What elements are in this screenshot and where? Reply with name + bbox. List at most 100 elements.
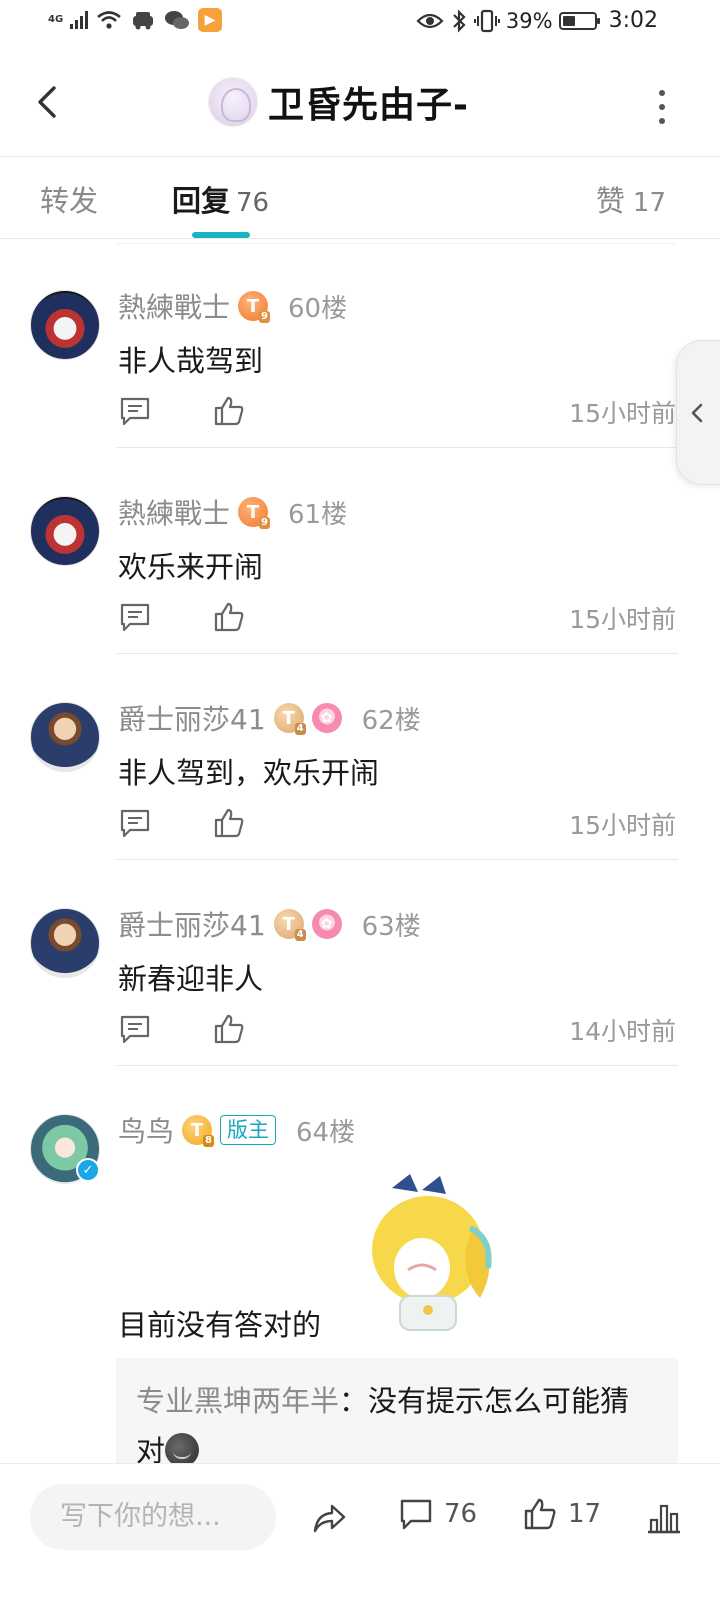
battery-fill xyxy=(562,15,575,26)
divider xyxy=(116,243,676,244)
comment-text: 目前没有答对的 xyxy=(118,1308,322,1342)
like-icon[interactable] xyxy=(212,600,246,634)
sticker-image[interactable] xyxy=(362,1168,502,1338)
network-type: 4G xyxy=(48,14,64,25)
quoted-username[interactable]: 专业黑坤两年半 xyxy=(136,1384,339,1418)
username[interactable]: 爵士丽莎41 xyxy=(118,904,266,944)
floor-number: 61楼 xyxy=(288,499,348,530)
moderator-badge: 版主 xyxy=(220,1115,277,1145)
username[interactable]: 熱練戰士 xyxy=(118,492,230,532)
status-left: 4G ▶ xyxy=(48,8,222,32)
comment-text: 非人驾到，欢乐开闹 xyxy=(118,756,380,790)
comment-icon[interactable] xyxy=(118,394,152,428)
level-letter: T xyxy=(190,1119,204,1141)
like-icon[interactable] xyxy=(212,1012,246,1046)
bottom-like-count: 17 xyxy=(568,1499,602,1529)
level-badge: T4 xyxy=(273,703,306,735)
eye-icon xyxy=(416,13,444,28)
bottom-like-button[interactable]: 17 xyxy=(522,1496,601,1532)
level-badge: T8 xyxy=(182,1115,215,1147)
avatar[interactable] xyxy=(30,908,100,978)
level-letter: T xyxy=(282,913,295,935)
wechat-icon xyxy=(165,11,189,29)
divider xyxy=(116,653,678,654)
avatar[interactable] xyxy=(30,702,100,772)
comment-icon[interactable] xyxy=(118,1012,152,1046)
vibrate-icon xyxy=(473,9,500,32)
comment-header: 爵士丽莎41 T4 ✿ 62楼 xyxy=(118,698,421,738)
comment-header: 鸟鸟 T8 版主 64楼 xyxy=(118,1110,355,1150)
timestamp: 15小时前 xyxy=(569,605,676,634)
tab-reply[interactable]: 回复 76 xyxy=(172,178,269,220)
comment-icon[interactable] xyxy=(118,806,152,840)
comment-header: 熱練戰士 T9 60楼 xyxy=(118,286,347,326)
comment-actions: 15小时前 xyxy=(118,806,678,846)
comment-text: 新春迎非人 xyxy=(118,962,264,996)
tab-reply-count: 76 xyxy=(236,188,270,218)
page-title: 卫昏先由子- xyxy=(268,85,469,126)
comment-actions: 14小时前 xyxy=(118,1012,678,1052)
divider xyxy=(0,238,720,239)
avatar[interactable] xyxy=(30,290,100,360)
timestamp: 15小时前 xyxy=(569,399,676,428)
comment-text: 非人哉驾到 xyxy=(118,344,264,378)
level-badge: T9 xyxy=(238,291,271,323)
side-drawer-handle[interactable] xyxy=(676,340,720,485)
tab-repost[interactable]: 转发 xyxy=(40,178,98,220)
app-notification-icon: ▶ xyxy=(198,8,222,32)
username[interactable]: 熱練戰士 xyxy=(118,286,230,326)
floor-number: 64楼 xyxy=(296,1117,356,1148)
timestamp: 15小时前 xyxy=(569,811,676,840)
bottom-comment-button[interactable]: 76 xyxy=(398,1496,477,1532)
divider xyxy=(116,859,678,860)
more-icon[interactable] xyxy=(656,90,668,124)
medal-icon: ✿ xyxy=(311,909,342,939)
tab-like[interactable]: 赞 17 xyxy=(596,178,666,220)
bluetooth-icon xyxy=(453,8,466,33)
tab-repost-label: 转发 xyxy=(40,184,99,218)
level-letter: T xyxy=(282,707,295,729)
comment-icon xyxy=(400,1499,432,1530)
floor-number: 62楼 xyxy=(361,705,421,736)
level-number: 4 xyxy=(294,723,306,735)
level-number: 9 xyxy=(259,517,271,529)
comment-header: 爵士丽莎41 T4 ✿ 63楼 xyxy=(118,904,421,944)
level-badge: T4 xyxy=(273,909,306,941)
timestamp: 14小时前 xyxy=(569,1017,676,1046)
level-badge: T9 xyxy=(238,497,271,529)
like-icon[interactable] xyxy=(212,806,246,840)
level-number: 4 xyxy=(294,929,306,941)
comment-input[interactable]: 写下你的想... xyxy=(30,1484,276,1550)
comment-header: 熱練戰士 T9 61楼 xyxy=(118,492,347,532)
divider xyxy=(116,1065,678,1066)
rank-icon[interactable] xyxy=(644,1498,684,1538)
username[interactable]: 鸟鸟 xyxy=(118,1110,174,1150)
tab-like-label: 赞 xyxy=(595,184,625,218)
floor-number: 60楼 xyxy=(288,293,348,324)
nav-title-group[interactable]: 卫昏先由子- xyxy=(208,76,469,128)
status-bar: 4G ▶ 39% 3:02 xyxy=(0,0,720,52)
nav-bar: 卫昏先由子- xyxy=(0,56,720,156)
username[interactable]: 爵士丽莎41 xyxy=(118,698,266,738)
like-icon[interactable] xyxy=(212,394,246,428)
share-icon[interactable] xyxy=(310,1498,350,1538)
avatar[interactable] xyxy=(30,496,100,566)
divider xyxy=(116,447,678,448)
level-number: 8 xyxy=(203,1135,215,1147)
divider xyxy=(0,156,720,157)
comment-icon[interactable] xyxy=(118,600,152,634)
tab-bar: 转发 回复 76 赞 17 xyxy=(0,158,720,238)
author-avatar[interactable] xyxy=(208,77,258,127)
bottom-bar: 写下你的想... 76 17 xyxy=(0,1463,720,1600)
clock: 3:02 xyxy=(608,8,658,33)
quoted-reply[interactable]: 专业黑坤两年半：没有提示怎么可能猜对 xyxy=(116,1358,678,1468)
emoji-icon xyxy=(165,1433,200,1467)
floor-number: 63楼 xyxy=(361,911,421,942)
comment-actions: 15小时前 xyxy=(118,394,678,434)
tab-reply-label: 回复 xyxy=(172,184,231,218)
level-number: 9 xyxy=(259,311,271,323)
wifi-icon xyxy=(97,11,121,29)
back-icon[interactable] xyxy=(28,78,68,126)
like-icon xyxy=(524,1498,556,1530)
level-letter: T xyxy=(246,295,260,317)
